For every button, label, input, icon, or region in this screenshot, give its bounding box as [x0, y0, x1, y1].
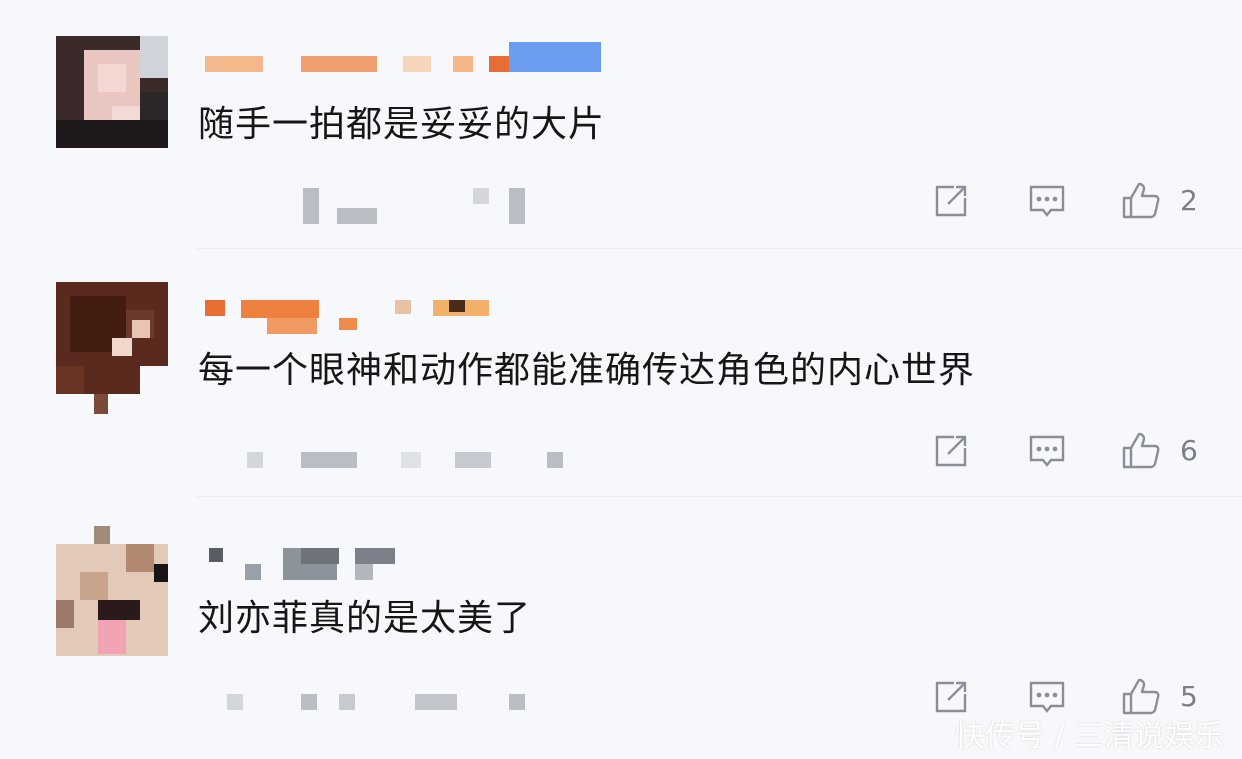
comment-meta-redacted [225, 446, 585, 486]
comment-item: 随手一拍都是妥妥的大片 2 [0, 0, 1242, 248]
comment-text: 刘亦菲真的是太美了 [198, 598, 532, 639]
comment-actions: 2 [930, 180, 1210, 222]
share-icon[interactable] [930, 180, 972, 222]
watermark: 快传号 / 三清说娱乐 [954, 719, 1224, 754]
comment-item: 每一个眼神和动作都能准确传达角色的内心世界 6 [0, 248, 1242, 496]
like-icon[interactable] [1120, 430, 1162, 472]
like-count: 6 [1180, 434, 1198, 467]
comment-item: 刘亦菲真的是太美了 5 [0, 496, 1242, 744]
username-redacted[interactable] [205, 296, 505, 336]
like-count: 2 [1180, 184, 1198, 217]
comment-text: 随手一拍都是妥妥的大片 [198, 104, 606, 145]
like-icon[interactable] [1120, 180, 1162, 222]
comment-text: 每一个眼神和动作都能准确传达角色的内心世界 [198, 350, 976, 391]
share-icon[interactable] [930, 430, 972, 472]
divider [196, 248, 1242, 249]
avatar[interactable] [56, 282, 168, 414]
comment-actions: 6 [930, 430, 1210, 472]
reply-icon[interactable] [1026, 430, 1068, 472]
username-redacted[interactable] [205, 42, 605, 72]
avatar[interactable] [56, 526, 168, 656]
comment-meta-redacted [225, 692, 545, 732]
comment-meta-redacted [225, 186, 525, 226]
username-redacted[interactable] [205, 544, 405, 584]
reply-icon[interactable] [1026, 180, 1068, 222]
divider [196, 496, 1242, 497]
avatar[interactable] [56, 36, 168, 148]
